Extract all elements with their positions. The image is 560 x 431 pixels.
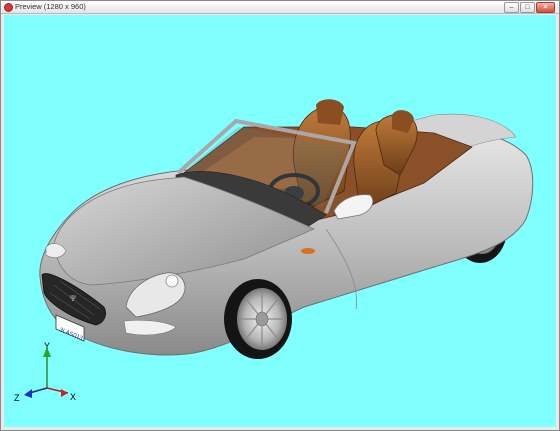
axis-y-label: Y — [44, 341, 50, 351]
scene: Ψ 3LAS013 Y X Z — [14, 99, 534, 403]
maximize-button[interactable]: □ — [520, 2, 535, 13]
axis-gizmo: Y X Z — [14, 341, 76, 403]
window-title: Preview (1280 x 960) — [15, 2, 86, 11]
3d-viewport[interactable]: Ψ 3LAS013 Y X Z — [4, 15, 556, 427]
front-wheel — [224, 279, 292, 359]
car-model: Ψ 3LAS013 — [39, 99, 534, 359]
axis-z-label: Z — [14, 393, 20, 403]
window-controls: – □ ✕ — [504, 2, 555, 13]
axis-x-label: X — [70, 392, 76, 402]
preview-window: Preview (1280 x 960) – □ ✕ Ψ 3LAS013 Y X… — [0, 0, 560, 431]
app-icon — [4, 3, 13, 12]
minimize-button[interactable]: – — [504, 2, 519, 13]
title-bar[interactable]: Preview (1280 x 960) – □ ✕ — [1, 1, 559, 14]
close-button[interactable]: ✕ — [536, 2, 555, 13]
grille-badge: Ψ — [70, 294, 76, 303]
